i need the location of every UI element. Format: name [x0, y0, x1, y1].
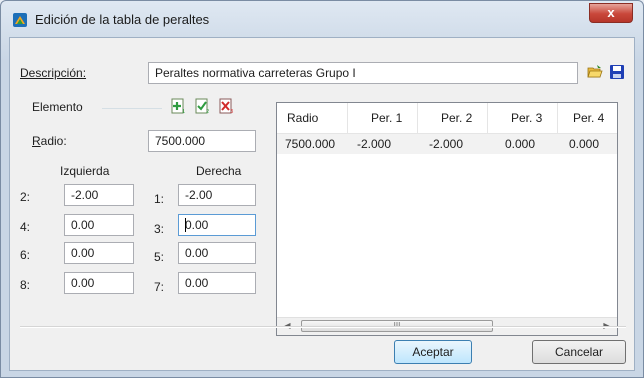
svg-text:2: 2: [206, 109, 209, 114]
save-icon[interactable]: [609, 64, 625, 80]
izquierda-index-6: 6:: [20, 248, 31, 262]
izquierda-index-4: 4:: [20, 220, 31, 234]
izquierda-header: Izquierda: [60, 164, 110, 178]
open-folder-icon[interactable]: [587, 64, 603, 80]
svg-text:3: 3: [230, 109, 233, 114]
add-element-icon[interactable]: 1: [170, 98, 186, 114]
dialog-body: Descripción: Peraltes normativa carreter…: [9, 37, 635, 371]
descripcion-field[interactable]: Peraltes normativa carreteras Grupo I: [148, 62, 578, 84]
title-bar[interactable]: Edición de la tabla de peraltes x: [1, 1, 643, 35]
column-header-per-4[interactable]: Per. 4: [573, 111, 604, 125]
edit-element-icon[interactable]: 2: [194, 98, 210, 114]
app-icon: [13, 13, 27, 27]
delete-element-icon[interactable]: 3: [218, 98, 234, 114]
izquierda-field-4[interactable]: 0.00: [64, 214, 134, 236]
derecha-index-3: 3:: [154, 222, 165, 236]
derecha-field-1[interactable]: -2.00: [178, 184, 256, 206]
izquierda-index-2: 2:: [20, 190, 31, 204]
derecha-index-1: 1:: [154, 192, 165, 206]
izquierda-field-6[interactable]: 0.00: [64, 242, 134, 264]
derecha-field-3[interactable]: 0.00: [178, 214, 256, 236]
column-header-radio[interactable]: Radio: [287, 111, 318, 125]
cancel-button[interactable]: Cancelar: [532, 340, 626, 364]
footer-divider: [20, 326, 626, 328]
peraltes-table[interactable]: Radio Per. 1 Per. 2 Per. 3 Per. 4 7500.0…: [276, 102, 618, 336]
cell-per-2: -2.000: [429, 137, 464, 151]
descripcion-label: Descripción:: [20, 66, 87, 80]
elemento-label: Elemento: [32, 100, 83, 114]
radio-label: Radio:: [32, 134, 67, 148]
window-title: Edición de la tabla de peraltes: [35, 12, 210, 27]
column-header-per-2[interactable]: Per. 2: [441, 111, 472, 125]
izquierda-index-8: 8:: [20, 278, 31, 292]
table-header: Radio Per. 1 Per. 2 Per. 3 Per. 4: [277, 103, 617, 134]
derecha-field-7[interactable]: 0.00: [178, 272, 256, 294]
derecha-field-5[interactable]: 0.00: [178, 242, 256, 264]
cell-per-1: -2.000: [357, 137, 392, 151]
izquierda-field-8[interactable]: 0.00: [64, 272, 134, 294]
column-header-per-1[interactable]: Per. 1: [371, 111, 402, 125]
derecha-index-5: 5:: [154, 250, 165, 264]
text-caret: [185, 218, 186, 232]
svg-text:1: 1: [182, 109, 185, 114]
derecha-index-7: 7:: [154, 280, 165, 294]
dialog-window: Edición de la tabla de peraltes x Descri…: [0, 0, 644, 378]
radio-field[interactable]: 7500.000: [148, 130, 256, 152]
derecha-header: Derecha: [196, 164, 242, 178]
cell-per-4: 0.000: [569, 137, 600, 151]
cell-per-3: 0.000: [505, 137, 536, 151]
table-row[interactable]: 7500.000 -2.000 -2.000 0.000 0.000: [277, 134, 617, 154]
izquierda-field-2[interactable]: -2.00: [64, 184, 134, 206]
close-button[interactable]: x: [589, 3, 633, 23]
cell-radio: 7500.000: [285, 137, 336, 151]
group-divider: [102, 108, 162, 109]
column-header-per-3[interactable]: Per. 3: [511, 111, 542, 125]
accept-button[interactable]: Aceptar: [394, 340, 472, 364]
